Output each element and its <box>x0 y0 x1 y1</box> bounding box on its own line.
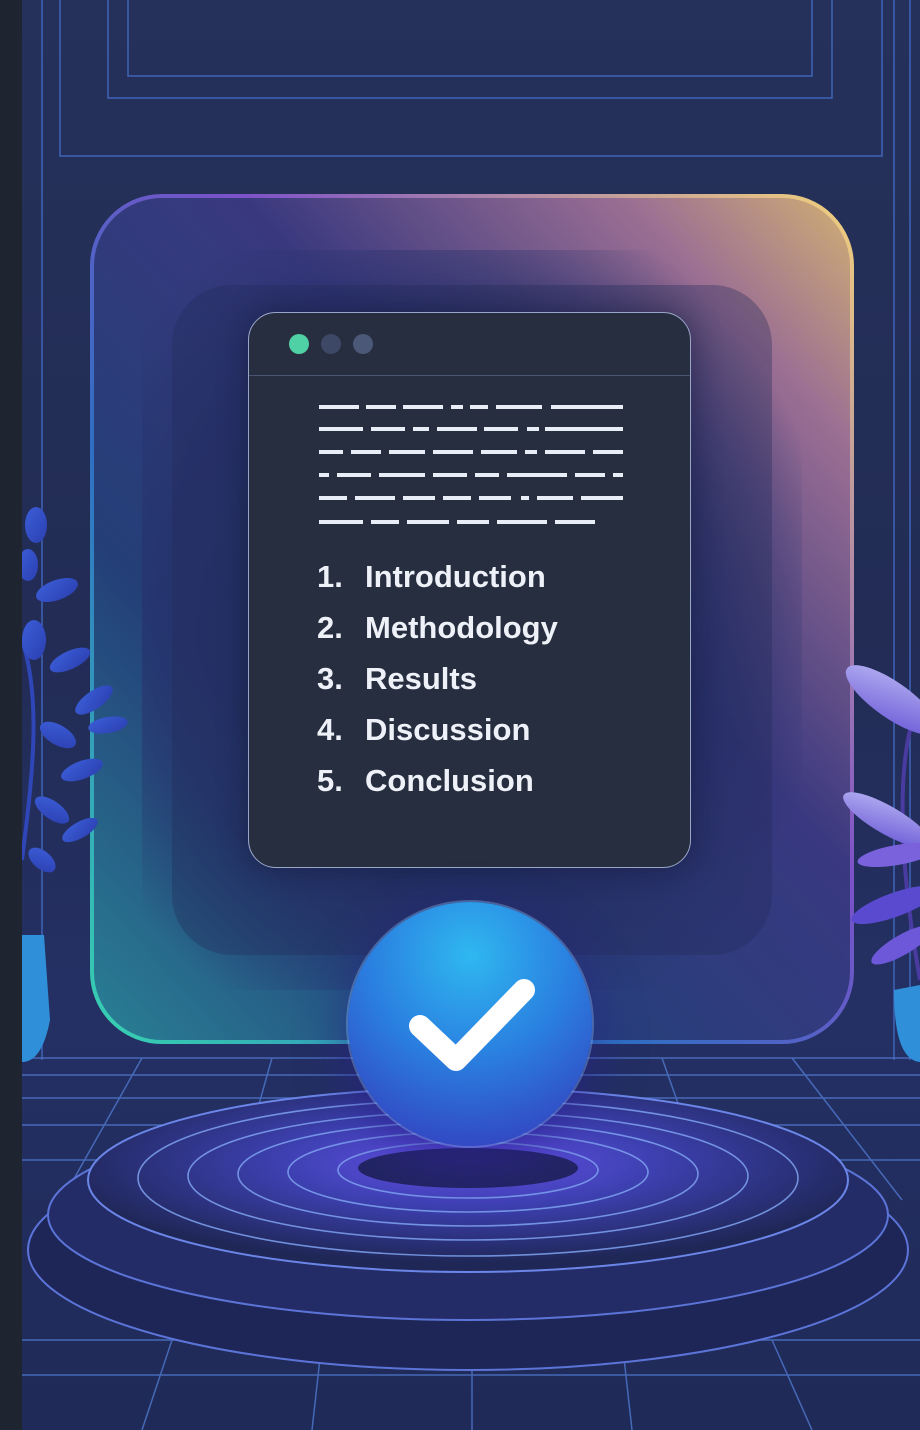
toc-item-methodology[interactable]: 2. Methodology <box>317 610 558 661</box>
toc-item-label: Discussion <box>365 712 531 747</box>
toc-item-number: 1. <box>317 559 343 594</box>
table-of-contents: 1. Introduction 2. Methodology 3. Results 4… <box>317 559 558 814</box>
toc-item-label: Methodology <box>365 610 558 645</box>
toc-item-number: 2. <box>317 610 343 645</box>
toc-item-discussion[interactable]: 4. Discussion <box>317 712 558 763</box>
toc-item-label: Conclusion <box>365 763 534 798</box>
toc-item-label: Introduction <box>365 559 546 594</box>
window-control-dot-green[interactable] <box>289 334 309 354</box>
toc-item-number: 3. <box>317 661 343 696</box>
left-edge-strip <box>0 0 22 1430</box>
checkmark-badge[interactable] <box>348 902 592 1146</box>
checkmark-icon <box>409 979 535 1071</box>
window-control-dot[interactable] <box>353 334 373 354</box>
toc-item-conclusion[interactable]: 5. Conclusion <box>317 763 558 814</box>
illustration-scene: 1. Introduction 2. Methodology 3. Results 4… <box>0 0 920 1430</box>
placeholder-lines-graphic <box>319 405 623 524</box>
toc-item-number: 5. <box>317 763 343 798</box>
document-window: 1. Introduction 2. Methodology 3. Results 4… <box>248 312 691 868</box>
toc-item-number: 4. <box>317 712 343 747</box>
window-title-bar <box>249 313 690 376</box>
toc-item-introduction[interactable]: 1. Introduction <box>317 559 558 610</box>
toc-item-label: Results <box>365 661 477 696</box>
window-control-dot[interactable] <box>321 334 341 354</box>
placeholder-text-lines <box>319 403 623 528</box>
toc-item-results[interactable]: 3. Results <box>317 661 558 712</box>
